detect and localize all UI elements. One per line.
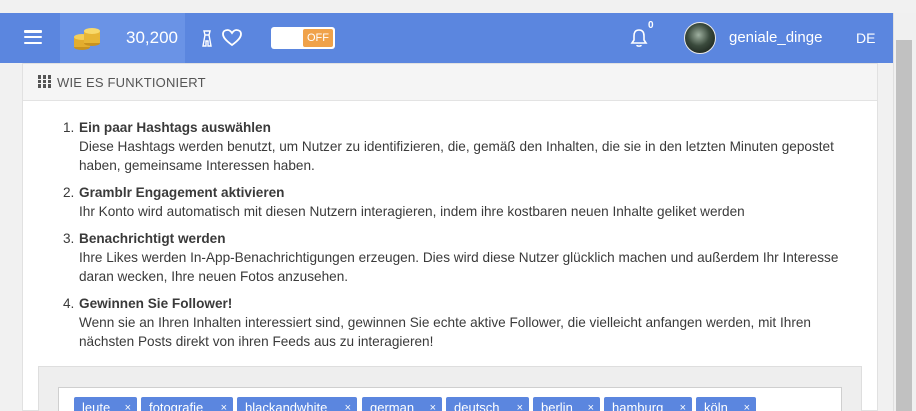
card-header: WIE ES FUNKTIONIERT [23,64,877,101]
hashtag-chip[interactable]: köln × [696,397,756,411]
hashtag-label: blackandwhite [245,400,328,411]
toggle-off-label: OFF [303,29,333,47]
scrollbar-thumb[interactable] [896,40,912,411]
step-item: 3. Benachrichtigt werden Ihre Likes werd… [63,229,853,286]
step-number: 2. [63,185,75,200]
card-title: WIE ES FUNKTIONIERT [57,75,206,90]
tag-remove-icon[interactable]: × [125,397,131,411]
notification-count: 0 [648,20,654,31]
tag-remove-icon[interactable]: × [345,397,351,411]
step-text: Ihre Likes werden In-App-Benachrichtigun… [79,250,839,284]
hashtag-chip[interactable]: deutsch × [446,397,529,411]
coins-icon [74,28,100,50]
step-text: Diese Hashtags werden benutzt, um Nutzer… [79,139,834,173]
step-item: 4. Gewinnen Sie Follower! Wenn sie an Ih… [63,294,853,351]
grid-icon [38,75,51,88]
step-item: 1. Ein paar Hashtags auswählen Diese Has… [63,118,853,175]
step-title: Benachrichtigt werden [79,231,226,246]
heart-icon[interactable] [222,29,242,47]
language-selector[interactable]: DE [856,30,875,46]
step-number: 1. [63,120,75,135]
hashtag-chip[interactable]: leute × [74,397,137,411]
hashtags-input[interactable]: leute × fotografie × blackandwhite × german… [58,387,842,411]
step-title: Gramblr Engagement aktivieren [79,185,285,200]
hashtag-label: german [370,400,415,411]
hashtags-panel: leute × fotografie × blackandwhite × german… [38,366,862,411]
steps-list: 1. Ein paar Hashtags auswählen Diese Has… [63,118,853,359]
hashtag-chip[interactable]: hamburg × [604,397,692,411]
engagement-toggle[interactable]: OFF [271,27,335,49]
tag-remove-icon[interactable]: × [517,397,523,411]
avatar[interactable] [684,22,716,54]
how-it-works-card: WIE ES FUNKTIONIERT 1. Ein paar Hashtags… [22,63,878,411]
tag-remove-icon[interactable]: × [430,397,436,411]
tower-icon[interactable] [201,30,213,47]
bell-icon[interactable] [630,28,648,48]
username[interactable]: geniale_dinge [729,29,822,46]
hashtag-label: leute [82,400,111,411]
hashtag-label: deutsch [454,400,500,411]
step-text: Ihr Konto wird automatisch mit diesen Nu… [79,204,745,219]
tag-remove-icon[interactable]: × [588,397,594,411]
coin-balance: 30,200 [126,28,178,47]
hashtag-chip[interactable]: blackandwhite × [237,397,357,411]
tag-remove-icon[interactable]: × [680,397,686,411]
top-navigation-bar: 30,200 OFF 0 geniale_dinge DE [0,13,893,63]
hashtag-chip[interactable]: berlin × [533,397,600,411]
step-number: 3. [63,231,75,246]
tag-remove-icon[interactable]: × [744,397,750,411]
hashtag-chip[interactable]: fotografie × [141,397,233,411]
hashtag-label: hamburg [612,400,664,411]
hashtag-label: berlin [541,400,573,411]
step-number: 4. [63,296,75,311]
step-title: Ein paar Hashtags auswählen [79,120,271,135]
step-title: Gewinnen Sie Follower! [79,296,233,311]
hashtag-chip[interactable]: german × [362,397,442,411]
tag-remove-icon[interactable]: × [221,397,227,411]
menu-icon[interactable] [24,30,42,44]
step-text: Wenn sie an Ihren Inhalten interessiert … [79,315,811,349]
hashtag-label: fotografie [149,400,204,411]
step-item: 2. Gramblr Engagement aktivieren Ihr Kon… [63,183,853,221]
hashtag-label: köln [704,400,728,411]
